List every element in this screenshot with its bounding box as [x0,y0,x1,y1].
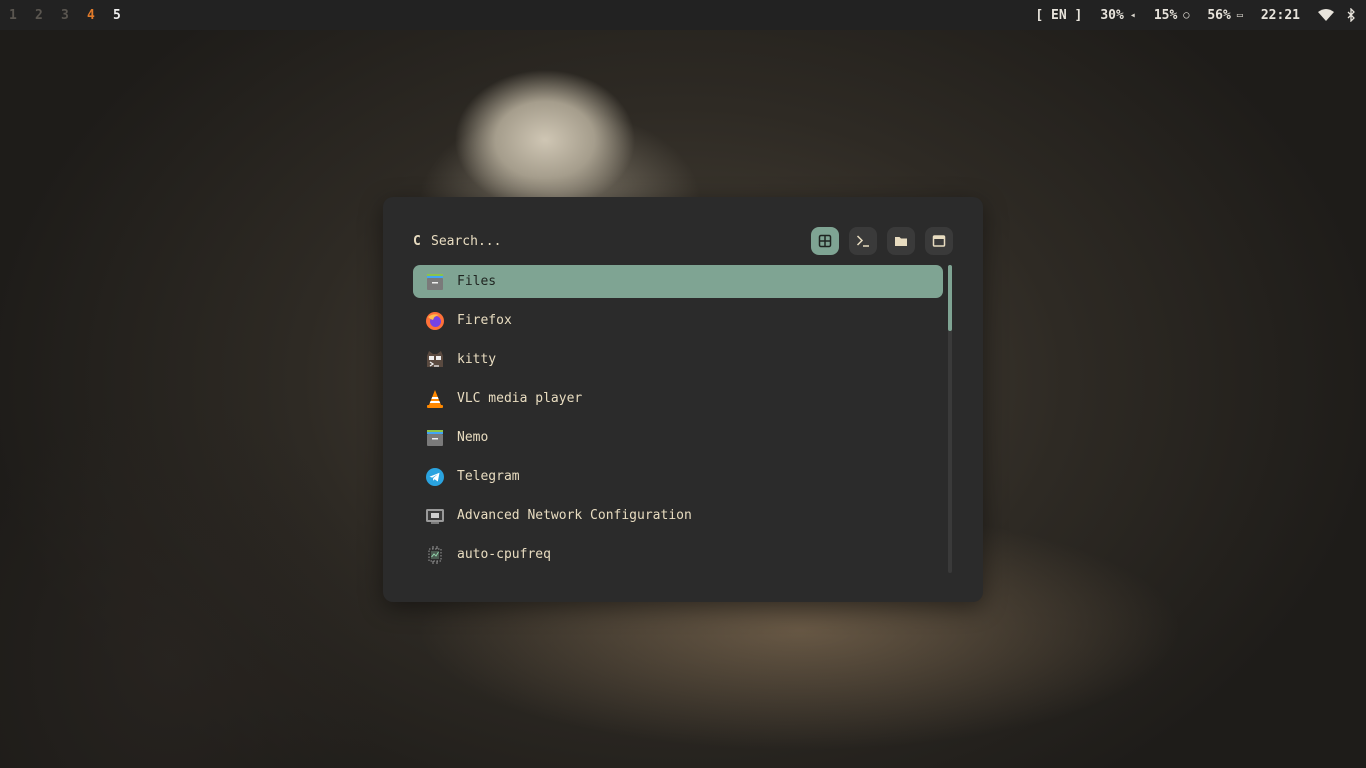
mode-switcher [811,227,953,255]
clock[interactable]: 22:21 [1261,8,1300,23]
list-item-label: Firefox [457,313,512,328]
search-bar: C [413,227,953,255]
workspace-4[interactable]: 4 [86,8,112,23]
brightness-indicator[interactable]: 15% ◯ [1154,8,1190,23]
speaker-icon: ◂ [1129,9,1136,21]
list-item-nemo[interactable]: Nemo [413,421,943,454]
list-item-auto-cpufreq[interactable]: auto-cpufreq [413,538,943,571]
search-input[interactable] [431,233,811,249]
grid-icon [818,234,832,248]
apps-mode-button[interactable] [811,227,839,255]
workspace-3[interactable]: 3 [60,8,86,23]
list-item-label: VLC media player [457,391,583,406]
list-item-vlc[interactable]: VLC media player [413,382,943,415]
list-item-label: auto-cpufreq [457,547,551,562]
workspace-2[interactable]: 2 [34,8,60,23]
list-item-label: kitty [457,352,497,367]
scrollbar-thumb[interactable] [948,265,952,331]
vlc-icon [425,389,445,409]
app-list: Files Firefox kitty VLC media player Nem… [413,265,943,577]
terminal-icon [856,235,869,247]
list-item-label: Nemo [457,430,489,445]
status-area: [ EN ] 30% ◂ 15% ◯ 56% ▭ 22:21 [1017,8,1356,23]
windows-mode-button[interactable] [925,227,953,255]
workspace-switcher: 1 2 3 4 5 [8,8,138,23]
firefox-icon [425,311,445,331]
folder-icon [895,237,907,246]
terminal-mode-button[interactable] [849,227,877,255]
list-item-files[interactable]: Files [413,265,943,298]
list-item-label: Files [457,274,497,289]
kitty-icon [425,350,445,370]
volume-value: 30% [1100,7,1124,23]
list-item-kitty[interactable]: kitty [413,343,943,376]
keyboard-layout[interactable]: [ EN ] [1035,8,1082,23]
files-icon [425,272,445,292]
cpufreq-icon [425,545,445,565]
list-item-firefox[interactable]: Firefox [413,304,943,337]
scrollbar[interactable] [948,265,952,573]
telegram-icon [425,467,445,487]
top-bar: 1 2 3 4 5 [ EN ] 30% ◂ 15% ◯ 56% ▭ 22:21 [0,0,1366,30]
volume-indicator[interactable]: 30% ◂ [1100,8,1136,23]
list-item-label: Advanced Network Configuration [457,508,692,523]
brightness-icon: ◯ [1183,9,1190,21]
network-icon [425,506,445,526]
bluetooth-icon[interactable] [1346,8,1356,22]
files-mode-button[interactable] [887,227,915,255]
list-item-label: Telegram [457,469,520,484]
list-item-telegram[interactable]: Telegram [413,460,943,493]
app-launcher: C Search... Files Firefox kitty VLC medi… [383,197,983,602]
search-icon: C [413,233,421,249]
battery-indicator[interactable]: 56% ▭ [1207,8,1243,23]
workspace-1[interactable]: 1 [8,8,34,23]
list-item-network[interactable]: Advanced Network Configuration [413,499,943,532]
workspace-5[interactable]: 5 [112,8,138,23]
window-icon [932,235,946,247]
battery-icon: ▭ [1236,9,1243,21]
brightness-value: 15% [1153,7,1178,23]
nemo-icon [425,428,445,448]
wifi-icon[interactable] [1318,9,1334,21]
battery-value: 56% [1207,7,1231,23]
